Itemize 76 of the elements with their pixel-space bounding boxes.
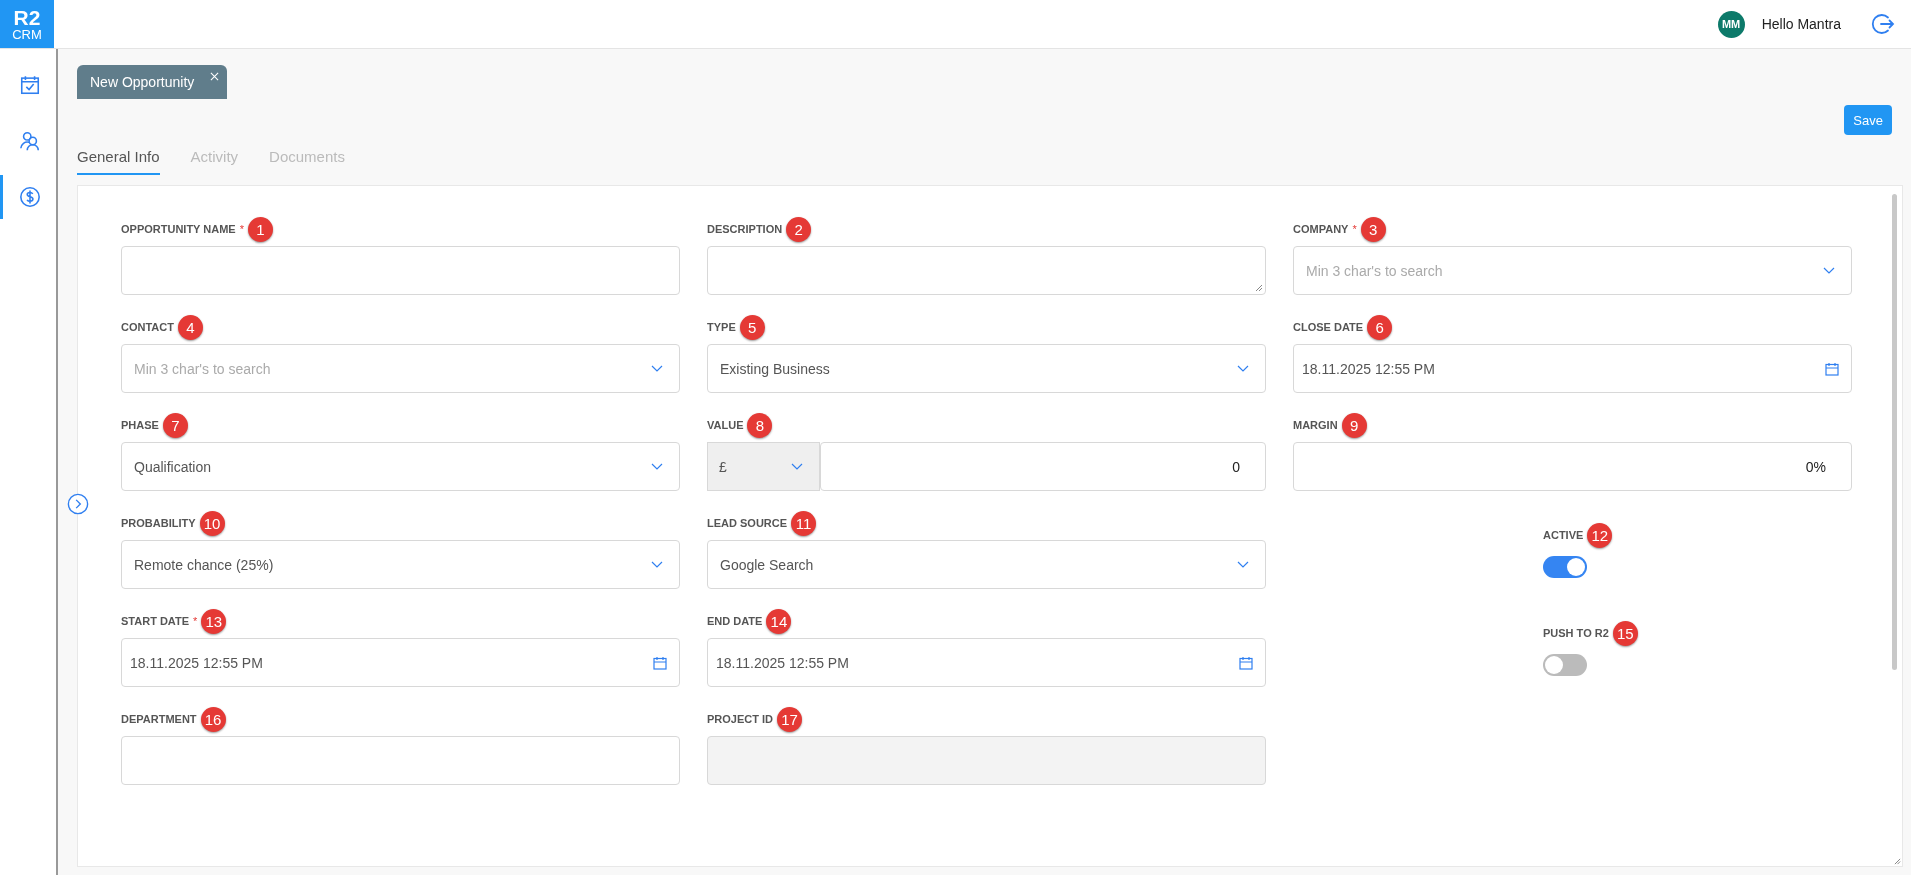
field-label: START DATE	[121, 615, 190, 627]
chevron-down-icon	[651, 364, 663, 373]
tab[interactable]: General Info	[77, 145, 160, 175]
people-icon	[18, 130, 41, 152]
field-label: PUSH TO R2	[1543, 627, 1609, 639]
number-marker: 17	[777, 706, 802, 732]
logout-icon[interactable]	[1871, 12, 1895, 36]
currency-dropdown[interactable]: £	[707, 442, 820, 491]
description-field[interactable]	[707, 246, 1266, 295]
number-marker: 8	[747, 412, 773, 438]
toggle-switch[interactable]	[1543, 556, 1587, 578]
number-marker: 2	[786, 216, 812, 242]
field-label: DESCRIPTION	[707, 223, 783, 235]
field-label: COMPANY	[1293, 223, 1349, 235]
margin-field[interactable]: 0%	[1293, 442, 1852, 491]
number-marker: 10	[199, 510, 225, 536]
number-marker: 16	[200, 706, 226, 732]
text-field[interactable]	[121, 736, 680, 785]
chevron-down-icon	[651, 560, 663, 569]
chevron-down-icon	[1823, 266, 1835, 275]
user-avatar[interactable]: MM	[1717, 10, 1745, 38]
dropdown-field[interactable]: Qualification	[121, 442, 680, 491]
number-marker: 12	[1587, 522, 1613, 548]
field-label: VALUE	[707, 419, 744, 431]
text-field[interactable]	[121, 246, 680, 295]
chevron-circle-icon[interactable]	[67, 493, 89, 515]
field-label: PROBABILITY	[121, 517, 196, 529]
number-marker: 5	[739, 314, 765, 340]
chevron-down-icon	[1237, 560, 1249, 569]
chevron-down-icon	[791, 462, 803, 471]
number-marker: 3	[1360, 216, 1386, 242]
number-marker: 7	[162, 412, 188, 438]
field-label: TYPE	[707, 321, 736, 333]
field-label: CLOSE DATE	[1293, 321, 1364, 333]
required-mark: *	[239, 223, 244, 235]
field-label: OPPORTUNITY NAME	[121, 223, 236, 235]
toggle-switch[interactable]	[1543, 654, 1587, 676]
date-field[interactable]: 18.11.2025 12:55 PM	[1293, 344, 1852, 393]
logo-subtext: CRM	[12, 28, 42, 41]
field-label: END DATE	[707, 615, 763, 627]
field-label: ACTIVE	[1543, 529, 1584, 541]
number-marker: 13	[201, 608, 227, 634]
dollar-icon	[18, 186, 41, 208]
dropdown-field[interactable]: Existing Business	[707, 344, 1266, 393]
number-marker: 6	[1367, 314, 1393, 340]
resize-grip-icon[interactable]	[1894, 858, 1901, 865]
field-label: PHASE	[121, 419, 159, 431]
number-marker: 4	[177, 314, 203, 340]
calendar-icon[interactable]	[1825, 361, 1839, 376]
calendar-icon[interactable]	[1239, 655, 1253, 670]
number-marker: 11	[791, 510, 817, 536]
number-marker: 9	[1341, 412, 1367, 438]
required-mark: *	[193, 615, 198, 627]
dropdown-field[interactable]: Google Search	[707, 540, 1266, 589]
calendar-check-icon	[18, 74, 41, 96]
chevron-down-icon	[651, 462, 663, 471]
required-mark: *	[1352, 223, 1357, 235]
field-label: DEPARTMENT	[121, 713, 197, 725]
document-tab[interactable]: New Opportunity	[77, 65, 227, 99]
user-greeting: Hello Mantra	[1761, 16, 1841, 32]
number-marker: 15	[1612, 620, 1638, 646]
number-marker: 14	[766, 608, 792, 634]
dropdown-field[interactable]: Remote chance (25%)	[121, 540, 680, 589]
field-label: MARGIN	[1293, 419, 1338, 431]
resize-grip-icon[interactable]	[1255, 284, 1263, 292]
number-marker: 1	[248, 216, 273, 242]
field-label: PROJECT ID	[707, 713, 773, 725]
close-icon[interactable]	[210, 72, 219, 81]
chevron-down-icon	[1237, 364, 1249, 373]
date-field[interactable]: 18.11.2025 12:55 PM	[707, 638, 1266, 687]
field-label: CONTACT	[121, 321, 174, 333]
field-label: LEAD SOURCE	[707, 517, 788, 529]
value-field[interactable]: 0	[820, 442, 1266, 491]
calendar-icon[interactable]	[653, 655, 667, 670]
date-field[interactable]: 18.11.2025 12:55 PM	[121, 638, 680, 687]
logo-text: R2	[13, 7, 41, 28]
